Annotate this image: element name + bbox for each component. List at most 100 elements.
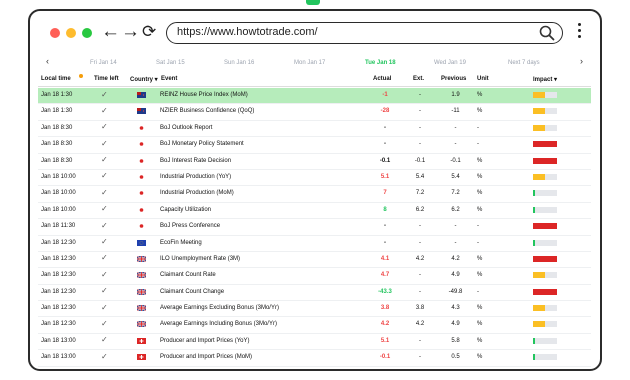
table-row[interactable]: Jan 18 10:00 ✓ Industrial Production (MoM)… <box>38 186 591 203</box>
cell-actual: - <box>384 223 386 230</box>
table-row[interactable]: Jan 18 1:30 ✓ REINZ House Price Index (MoM… <box>38 88 591 105</box>
impact-fill <box>533 141 557 148</box>
impact-fill <box>533 173 545 180</box>
check-icon: ✓ <box>101 187 108 197</box>
table-row[interactable]: Jan 18 12:30 ✓ Average Earnings Excluding … <box>38 301 591 318</box>
impact-fill <box>533 92 545 98</box>
day-tab-sat[interactable]: Sat Jan 15 <box>156 60 185 66</box>
reload-icon[interactable]: ⟳ <box>142 20 156 44</box>
cell-event[interactable]: BoJ Outlook Report <box>160 125 212 131</box>
cell-time: Jan 18 1:30 <box>41 108 73 115</box>
cell-event[interactable]: Claimant Count Change <box>160 289 224 295</box>
flag-jp-icon <box>137 157 146 164</box>
flag-uk-icon <box>136 304 147 312</box>
cell-actual: 8 <box>383 206 387 213</box>
minimize-window-button[interactable] <box>66 28 76 38</box>
col-time-left[interactable]: Time left <box>94 76 119 82</box>
flag-uk-icon <box>136 320 147 328</box>
cell-event[interactable]: Producer and Import Prices (MoM) <box>160 354 252 360</box>
day-tab-tue[interactable]: Tue Jan 18 <box>365 60 396 66</box>
cell-event[interactable]: NZIER Business Confidence (QoQ) <box>160 108 254 114</box>
col-unit[interactable]: Unit <box>477 76 489 82</box>
cell-event[interactable]: Average Earnings Excluding Bonus (3Mo/Yr… <box>160 305 279 311</box>
cell-previous: - <box>454 141 457 148</box>
day-tab-fri[interactable]: Fri Jan 14 <box>90 60 117 66</box>
table-row[interactable]: Jan 18 13:30✓Foreign Trade21.056-19.778$ <box>38 367 591 369</box>
col-event[interactable]: Event <box>161 76 177 82</box>
cell-actual: - <box>384 239 386 246</box>
cell-actual: - <box>384 124 386 131</box>
table-row[interactable]: Jan 18 8:30 ✓ BoJ Interest Rate Decision -0… <box>38 154 591 170</box>
impact-bar <box>533 354 557 361</box>
cell-event[interactable]: Industrial Production (YoY) <box>160 174 231 180</box>
impact-fill <box>533 223 557 230</box>
table-header: Local time Time left Country ▾ Event Act… <box>38 73 591 87</box>
cell-event[interactable]: Claimant Count Rate <box>160 272 216 278</box>
table-row[interactable]: Jan 18 13:00 ✓ Producer and Import Prices … <box>38 350 591 367</box>
table-row[interactable]: Jan 18 13:00 ✓ Producer and Import Prices … <box>38 334 591 351</box>
cell-previous: - <box>454 239 457 246</box>
cell-time: Jan 18 13:00 <box>41 354 76 361</box>
table-row[interactable]: Jan 18 10:00 ✓ Capacity Utilization 8 6.2 6.2… <box>38 203 591 220</box>
cell-estimate: - <box>419 141 421 148</box>
day-tab-next[interactable]: Next 7 days <box>508 60 540 66</box>
prev-days-arrow[interactable]: ‹ <box>46 56 49 66</box>
col-country[interactable]: Country ▾ <box>130 76 158 83</box>
cell-actual: 4.7 <box>380 272 390 279</box>
cell-time: Jan 18 11:30 <box>41 223 76 230</box>
check-icon: ✓ <box>101 220 108 230</box>
maximize-window-button[interactable] <box>82 28 92 38</box>
kebab-menu-icon[interactable] <box>578 23 582 41</box>
check-icon: ✓ <box>101 335 108 345</box>
table-row[interactable]: Jan 18 12:30 ✓ Claimant Count Rate 4.7 - 4.9% <box>38 268 591 285</box>
col-est[interactable]: Ext. <box>413 76 424 82</box>
impact-fill <box>533 354 536 361</box>
back-icon[interactable]: ← <box>101 20 120 44</box>
search-icon[interactable] <box>538 24 556 42</box>
cell-event[interactable]: ILO Unemployment Rate (3M) <box>160 256 240 262</box>
cell-event[interactable]: REINZ House Price Index (MoM) <box>160 92 248 98</box>
impact-fill <box>533 255 557 262</box>
cell-event[interactable]: BoJ Monetary Policy Statement <box>160 141 244 147</box>
cell-previous: -0.1 <box>450 157 461 164</box>
col-impact[interactable]: Impact ▾ <box>533 76 557 83</box>
col-time[interactable]: Local time <box>41 76 71 82</box>
impact-bar <box>533 305 557 312</box>
cell-estimate: - <box>419 92 421 98</box>
cell-time: Jan 18 8:30 <box>41 157 73 164</box>
table-row[interactable]: Jan 18 11:30 ✓ BoJ Press Conference - - - - <box>38 219 591 236</box>
cell-event[interactable]: EcoFin Meeting <box>160 240 202 246</box>
table-row[interactable]: Jan 18 12:30 ✓ EcoFin Meeting - - - - <box>38 236 591 252</box>
table-row[interactable]: Jan 18 12:30 ✓ ILO Unemployment Rate (3M) 4… <box>38 252 591 269</box>
day-tab-mon[interactable]: Mon Jan 17 <box>294 60 325 66</box>
cell-estimate: - <box>419 354 421 361</box>
flag-nz-icon <box>137 92 146 98</box>
cell-event[interactable]: Capacity Utilization <box>160 207 211 213</box>
cell-event[interactable]: BoJ Interest Rate Decision <box>160 158 231 164</box>
forward-icon[interactable]: → <box>121 20 140 44</box>
table-row[interactable]: Jan 18 12:30 ✓ Claimant Count Change -43.3 -… <box>38 285 591 302</box>
next-days-arrow[interactable]: › <box>580 56 583 66</box>
table-row[interactable]: Jan 18 8:30 ✓ BoJ Monetary Policy Statemen… <box>38 137 591 154</box>
cell-event[interactable]: Average Earnings Including Bonus (3Mo/Yr… <box>160 321 277 327</box>
close-window-button[interactable] <box>50 28 60 38</box>
impact-bar <box>533 206 557 213</box>
cell-estimate: - <box>419 272 421 279</box>
day-tab-wed[interactable]: Wed Jan 19 <box>434 60 466 66</box>
table-row[interactable]: Jan 18 10:00 ✓ Industrial Production (YoY)… <box>38 170 591 187</box>
impact-fill <box>533 157 557 164</box>
impact-bar <box>533 92 557 98</box>
cell-event[interactable]: Industrial Production (MoM) <box>160 190 234 196</box>
col-actual[interactable]: Actual <box>373 76 391 82</box>
day-tab-sun[interactable]: Sun Jan 16 <box>224 60 254 66</box>
table-row[interactable]: Jan 18 1:30 ✓ NZIER Business Confidence (Q… <box>38 104 591 121</box>
url-text[interactable]: https://www.howtotrade.com/ <box>177 26 318 38</box>
cell-unit: % <box>477 321 483 328</box>
day-navigation: ‹ Fri Jan 14 Sat Jan 15 Sun Jan 16 Mon J… <box>30 56 600 71</box>
col-previous[interactable]: Previous <box>441 76 466 82</box>
table-row[interactable]: Jan 18 12:30 ✓ Average Earnings Including … <box>38 317 591 334</box>
cell-event[interactable]: Producer and Import Prices (YoY) <box>160 338 249 344</box>
table-row[interactable]: Jan 18 8:30 ✓ BoJ Outlook Report - - - - <box>38 121 591 138</box>
cell-event[interactable]: BoJ Press Conference <box>160 223 220 229</box>
address-bar[interactable]: https://www.howtotrade.com/ <box>166 22 563 44</box>
